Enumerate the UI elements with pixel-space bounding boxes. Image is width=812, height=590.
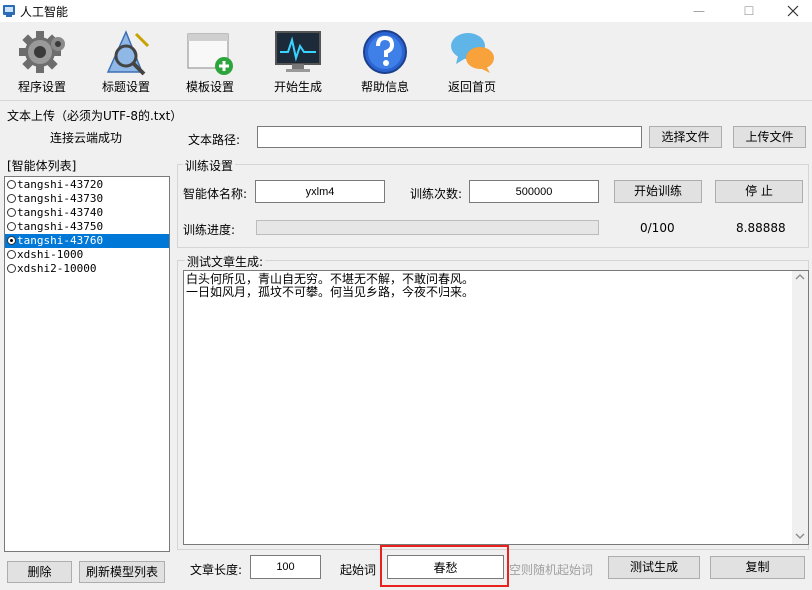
loss-value: 8.88888 bbox=[736, 221, 786, 235]
agent-name: tangshi-43740 bbox=[17, 206, 104, 219]
list-item[interactable]: tangshi-43730 bbox=[5, 192, 169, 206]
toolbar: 程序设置 标题设置 模板设置 开始生成 帮助信息 返回首页 bbox=[0, 22, 812, 101]
start-training-button[interactable]: 开始训练 bbox=[614, 180, 702, 203]
start-word-hint: 空则随机起始词 bbox=[509, 563, 594, 577]
agent-name: tangshi-43730 bbox=[17, 192, 104, 205]
train-count-input[interactable] bbox=[469, 180, 599, 203]
toolbar-home[interactable]: 返回首页 bbox=[430, 28, 514, 98]
agent-name: tangshi-43760 bbox=[17, 234, 104, 247]
generated-text-area[interactable]: 白头何所见，青山自无穷。不堪无不解，不敢问春风。 一日如风月，孤坟不可攀。何当见… bbox=[183, 270, 809, 545]
length-input[interactable] bbox=[250, 555, 321, 579]
agent-name: tangshi-43750 bbox=[17, 220, 104, 233]
agent-name: tangshi-43720 bbox=[17, 178, 104, 191]
list-item[interactable]: xdshi2-10000 bbox=[5, 262, 169, 276]
training-settings-title: 训练设置 bbox=[183, 157, 236, 174]
toolbar-label: 帮助信息 bbox=[360, 80, 409, 94]
progress-label: 训练进度: bbox=[183, 223, 236, 237]
training-progress-bar bbox=[256, 220, 599, 235]
upload-file-button[interactable]: 上传文件 bbox=[733, 126, 806, 148]
list-item[interactable]: xdshi-1000 bbox=[5, 248, 169, 262]
toolbar-label: 程序设置 bbox=[17, 80, 66, 94]
help-icon bbox=[363, 30, 407, 74]
path-label: 文本路径: bbox=[188, 133, 241, 147]
toolbar-label: 标题设置 bbox=[101, 80, 150, 94]
list-item[interactable]: tangshi-43760 bbox=[5, 234, 169, 248]
radio-icon[interactable] bbox=[7, 250, 16, 259]
radio-icon[interactable] bbox=[7, 194, 16, 203]
training-settings-group bbox=[177, 164, 809, 248]
copy-button[interactable]: 复制 bbox=[710, 556, 805, 579]
connection-status: 连接云端成功 bbox=[50, 131, 123, 145]
agent-list[interactable]: tangshi-43720 tangshi-43730 tangshi-43740 t… bbox=[4, 176, 170, 552]
length-label: 文章长度: bbox=[190, 563, 243, 577]
agent-name-input[interactable] bbox=[255, 180, 385, 203]
toolbar-label: 模板设置 bbox=[185, 80, 234, 94]
agent-name: xdshi2-10000 bbox=[17, 262, 97, 275]
stop-button[interactable]: 停 止 bbox=[715, 180, 803, 203]
agent-name: xdshi-1000 bbox=[17, 248, 84, 261]
monitor-chart-icon bbox=[275, 31, 321, 72]
toolbar-start-generate[interactable]: 开始生成 bbox=[256, 28, 340, 98]
list-item[interactable]: tangshi-43720 bbox=[5, 178, 169, 192]
title-bar: 人工智能 — ☐ bbox=[0, 0, 812, 22]
refresh-model-list-button[interactable]: 刷新模型列表 bbox=[79, 561, 165, 583]
progress-text: 0/100 bbox=[640, 221, 675, 235]
wizard-icon bbox=[106, 30, 150, 76]
test-generation-title: 测试文章生成: bbox=[185, 253, 266, 270]
start-word-label: 起始词 bbox=[340, 563, 377, 577]
app-icon bbox=[2, 4, 16, 18]
close-icon bbox=[787, 5, 799, 17]
radio-icon[interactable] bbox=[7, 264, 16, 273]
text-scrollbar[interactable] bbox=[792, 271, 808, 544]
radio-icon[interactable] bbox=[7, 208, 16, 217]
agent-list-items: tangshi-43720 tangshi-43730 tangshi-43740 t… bbox=[5, 177, 169, 276]
upload-section-label: 文本上传（必须为UTF-8的.txt） bbox=[7, 109, 183, 123]
close-button[interactable] bbox=[770, 0, 812, 22]
radio-icon[interactable] bbox=[7, 236, 16, 245]
generated-line: 一日如风月，孤坟不可攀。何当见乡路，今夜不归来。 bbox=[186, 285, 475, 299]
radio-icon[interactable] bbox=[7, 180, 16, 189]
toolbar-label: 返回首页 bbox=[447, 80, 496, 94]
agent-name-label: 智能体名称: bbox=[183, 187, 248, 201]
select-file-button[interactable]: 选择文件 bbox=[649, 126, 722, 148]
toolbar-label: 开始生成 bbox=[273, 80, 322, 94]
window-add-icon bbox=[187, 33, 233, 75]
gear-icon bbox=[19, 31, 65, 73]
scroll-up-icon[interactable] bbox=[792, 271, 808, 283]
test-generate-button[interactable]: 测试生成 bbox=[608, 556, 700, 579]
train-count-label: 训练次数: bbox=[410, 187, 463, 201]
start-word-input[interactable] bbox=[387, 555, 504, 579]
path-input[interactable] bbox=[257, 126, 642, 148]
radio-icon[interactable] bbox=[7, 222, 16, 231]
list-item[interactable]: tangshi-43750 bbox=[5, 220, 169, 234]
delete-button[interactable]: 删除 bbox=[7, 561, 72, 583]
maximize-button[interactable]: ☐ bbox=[726, 0, 772, 22]
toolbar-program-settings[interactable]: 程序设置 bbox=[0, 28, 84, 98]
chat-icon bbox=[451, 33, 494, 73]
agent-list-title: [智能体列表] bbox=[7, 159, 77, 173]
list-item[interactable]: tangshi-43740 bbox=[5, 206, 169, 220]
window-title: 人工智能 bbox=[20, 5, 69, 19]
minimize-button[interactable]: — bbox=[676, 0, 722, 22]
scroll-down-icon[interactable] bbox=[792, 530, 808, 542]
toolbar-template-settings[interactable]: 模板设置 bbox=[168, 28, 252, 98]
toolbar-help[interactable]: 帮助信息 bbox=[343, 28, 427, 98]
toolbar-title-settings[interactable]: 标题设置 bbox=[84, 28, 168, 98]
